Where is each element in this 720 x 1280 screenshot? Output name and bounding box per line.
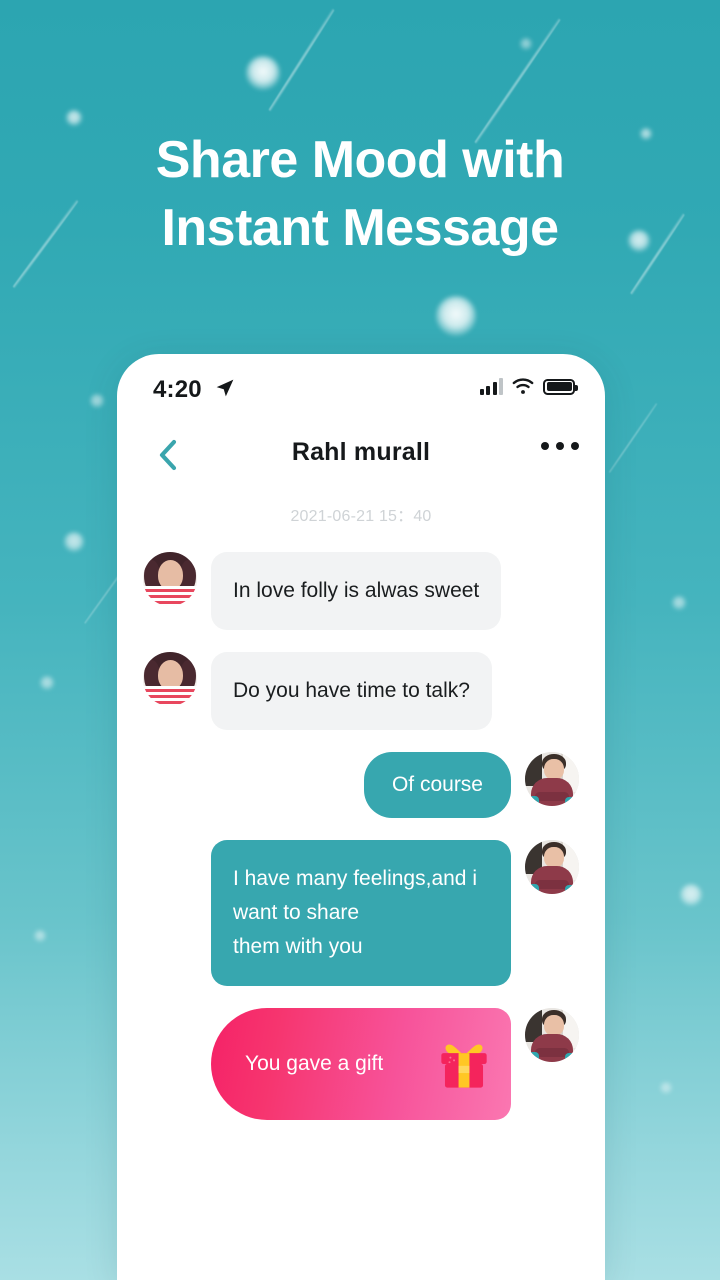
man-avatar — [525, 752, 579, 806]
status-indicators — [479, 378, 578, 395]
woman-avatar — [143, 652, 197, 706]
message-bubble[interactable]: Of course — [363, 752, 511, 818]
message-row: In love folly is alwas sweet — [117, 552, 605, 630]
phone-mockup: 4:20 Rahl murall 2021-06-21 15：40 In lov… — [117, 354, 605, 1280]
message-row: Of course — [117, 752, 605, 818]
bokeh-circle — [680, 884, 702, 906]
bokeh-circle — [672, 596, 686, 610]
message-row: You gave a gift — [117, 1008, 605, 1120]
battery-icon — [543, 378, 578, 395]
message-row: I have many feelings,and i want to share… — [117, 840, 605, 986]
bokeh-circle — [660, 1082, 672, 1094]
promo-page: Share Mood with Instant Message 4:20 Rah… — [0, 0, 720, 1280]
page-title: Share Mood with Instant Message — [0, 126, 720, 262]
bokeh-circle — [520, 38, 532, 50]
conversation-title: Rahl murall — [291, 438, 431, 466]
man-avatar — [525, 1008, 579, 1062]
message-bubble[interactable]: In love folly is alwas sweet — [211, 552, 502, 630]
signal-bars-icon — [479, 378, 503, 395]
avatar[interactable] — [143, 652, 197, 706]
more-dot — [556, 442, 564, 450]
bokeh-circle — [436, 296, 476, 336]
avatar[interactable] — [525, 840, 579, 894]
status-time: 4:20 — [153, 376, 202, 403]
message-bubble[interactable]: Do you have time to talk? — [211, 652, 492, 730]
more-dot — [541, 442, 549, 450]
location-arrow-icon — [216, 379, 234, 397]
light-streak — [608, 402, 658, 474]
woman-avatar — [143, 552, 197, 606]
more-dot — [571, 442, 579, 450]
bokeh-circle — [34, 930, 46, 942]
bokeh-circle — [64, 532, 84, 552]
headline-line-2: Instant Message — [161, 199, 559, 257]
message-list[interactable]: 2021-06-21 15：40 In love folly is alwas … — [117, 502, 605, 1152]
gift-message-bubble[interactable]: You gave a gift — [211, 1008, 511, 1120]
chat-timestamp: 2021-06-21 15：40 — [290, 508, 432, 525]
chat-header: Rahl murall — [117, 420, 605, 490]
wifi-icon — [512, 378, 534, 394]
gift-icon — [441, 1044, 487, 1088]
gift-message-label: You gave a gift — [245, 1052, 384, 1075]
man-avatar — [525, 840, 579, 894]
bokeh-circle — [90, 394, 104, 408]
bokeh-circle — [66, 110, 82, 126]
avatar[interactable] — [143, 552, 197, 606]
avatar[interactable] — [525, 752, 579, 806]
status-bar: 4:20 — [117, 354, 605, 420]
light-streak — [268, 8, 335, 112]
bokeh-circle — [246, 56, 280, 90]
avatar[interactable] — [525, 1008, 579, 1062]
bokeh-circle — [40, 676, 54, 690]
more-options-button[interactable] — [541, 442, 579, 450]
headline-line-1: Share Mood with — [155, 131, 565, 189]
message-row: Do you have time to talk? — [117, 652, 605, 730]
message-bubble[interactable]: I have many feelings,and i want to share… — [211, 840, 511, 986]
